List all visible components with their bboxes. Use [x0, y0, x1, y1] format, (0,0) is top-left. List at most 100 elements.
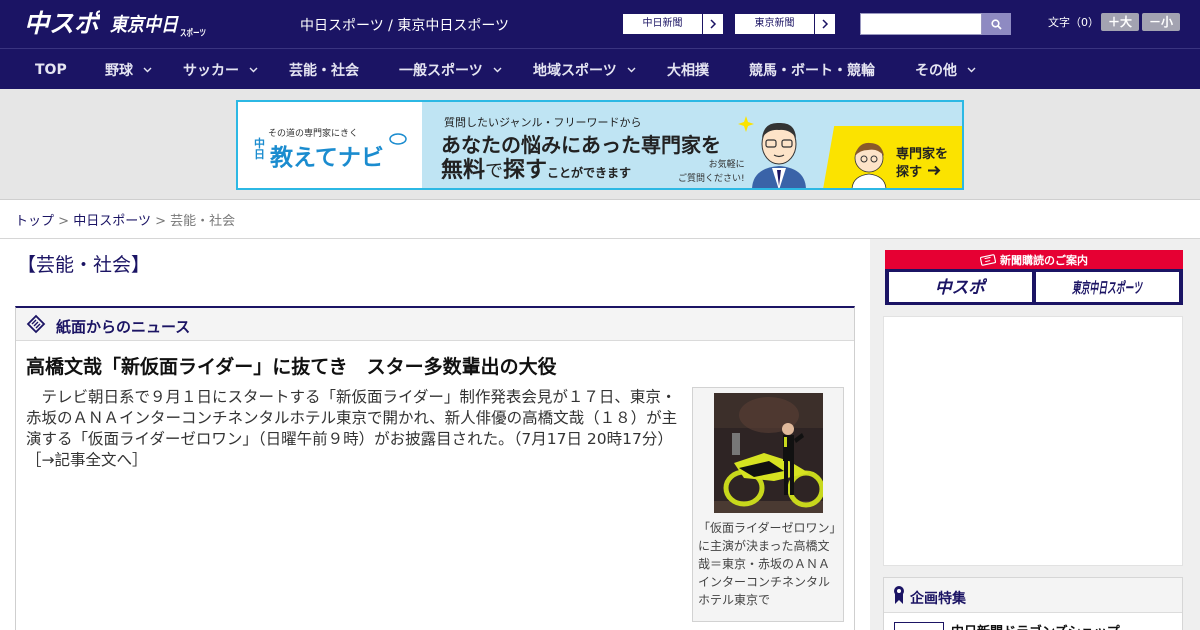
chusupo-button-logo: 中スポ: [935, 278, 987, 297]
chevron-down-icon: [627, 67, 636, 73]
chevron-right-icon: [815, 14, 835, 34]
sidebar-ad-slot[interactable]: [883, 316, 1183, 566]
font-size-label: 文字（0）: [1048, 16, 1099, 29]
chunichi-shimbun-link[interactable]: 中日新聞: [622, 13, 724, 35]
nav-item-local-sports[interactable]: 地域スポーツ: [533, 49, 636, 90]
chunichi-shimbun-label: 中日新聞: [623, 14, 703, 34]
subscription-box: 新聞購読のご案内 中スポ 東京中日スポーツ: [885, 250, 1183, 305]
nav-item-label: 野球: [105, 62, 133, 79]
feature-thumbnail[interactable]: [894, 622, 944, 630]
ad-brand-small: 中日: [254, 137, 265, 161]
nav-item-label: 競馬・ボート・競輪: [749, 62, 875, 79]
subscription-title: 新聞購読のご案内: [1000, 253, 1088, 267]
banner-area: その道の専門家にきく 中日 教えてナビ 質問したいジャンル・フリーワードから あ…: [0, 89, 1200, 200]
chevron-right-icon: [703, 14, 723, 34]
breadcrumb-separator: >: [155, 214, 166, 229]
feature-header: 企画特集: [884, 578, 1182, 613]
main-nav: TOP 野球 サッカー 芸能・社会 一般スポーツ 地域スポーツ 大相撲 競馬・ボ…: [0, 48, 1200, 89]
logo-primary-text: 中スポ: [24, 9, 100, 38]
thinking-woman-illustration: [851, 142, 887, 188]
ad-line-3-free: 無料: [441, 158, 486, 183]
nav-item-general-sports[interactable]: 一般スポーツ: [399, 49, 502, 90]
ad-brand-panel: その道の専門家にきく 中日 教えてナビ: [238, 102, 422, 188]
nav-item-sumo[interactable]: 大相撲: [667, 49, 709, 90]
feature-item-link[interactable]: 中日新聞ドラゴンズショップ: [951, 621, 1120, 630]
nav-item-label: その他: [915, 62, 957, 79]
feature-box: 企画特集 中日新聞ドラゴンズショップ: [883, 577, 1183, 630]
article-photo[interactable]: [714, 393, 823, 513]
breadcrumb-home-link[interactable]: トップ: [15, 214, 54, 229]
ad-cta-text: 専門家を 探す: [896, 146, 948, 182]
news-box-title: 紙面からのニュース: [56, 318, 191, 336]
nav-item-racing[interactable]: 競馬・ボート・競輪: [749, 49, 875, 90]
speech-bubble-icon: [389, 133, 407, 145]
breadcrumb-separator: >: [58, 214, 70, 229]
ribbon-badge-icon: [894, 586, 904, 604]
ad-line-1: 質問したいジャンル・フリーワードから: [444, 116, 642, 129]
breadcrumb-current: 芸能・社会: [170, 214, 236, 229]
oshiete-navi-ad-banner[interactable]: その道の専門家にきく 中日 教えてナビ 質問したいジャンル・フリーワードから あ…: [236, 100, 964, 190]
svg-text:スポーツ: スポーツ: [180, 27, 206, 39]
nav-item-label: 芸能・社会: [289, 62, 359, 79]
nav-item-other[interactable]: その他: [915, 49, 976, 90]
tokyo-shimbun-label: 東京新聞: [735, 14, 815, 34]
search-button[interactable]: [982, 13, 1011, 35]
nav-item-label: サッカー: [183, 62, 239, 79]
search-icon: [991, 18, 1002, 30]
subscription-header: 新聞購読のご案内: [885, 250, 1183, 269]
article-body-text: テレビ朝日系で９月１日にスタートする「新仮面ライダー」制作発表会見が１７日、東京…: [26, 388, 678, 448]
font-size-decrease-button[interactable]: －小: [1142, 13, 1180, 31]
ad-brand-logo: 教えてナビ: [270, 145, 384, 171]
chusupo-logo[interactable]: 中スポ: [24, 8, 100, 38]
ad-cta-line-2-text: 探す: [896, 165, 923, 180]
ticket-icon: [980, 253, 996, 266]
nav-item-top[interactable]: TOP: [35, 49, 67, 90]
site-title[interactable]: 中日スポーツ / 東京中日スポーツ: [300, 15, 509, 35]
chevron-down-icon: [493, 67, 502, 73]
ad-line-3-search: 探す: [503, 158, 548, 183]
newspaper-icon: [26, 314, 46, 334]
article-photo-box: 「仮面ライダーゼロワン」に主演が決まった高橋文哉＝東京・赤坂のＡＮＡインターコン…: [692, 387, 844, 622]
ad-line-3-rest: ことができます: [547, 166, 632, 180]
news-box-header: 紙面からのニュース: [16, 308, 854, 341]
search-input[interactable]: [860, 13, 982, 35]
nav-item-soccer[interactable]: サッカー: [183, 49, 258, 90]
nav-item-label: 一般スポーツ: [399, 62, 483, 79]
nav-item-label: 大相撲: [667, 62, 709, 79]
tokyo-chunichi-button-logo: 東京中日スポーツ: [1072, 279, 1143, 297]
expert-man-illustration: [738, 116, 806, 188]
nav-item-label: TOP: [35, 61, 67, 78]
article-headline[interactable]: 高橋文哉「新仮面ライダー」に抜てき スター多数輩出の大役: [26, 352, 557, 379]
news-box: 紙面からのニュース 高橋文哉「新仮面ライダー」に抜てき スター多数輩出の大役 テ…: [15, 306, 855, 630]
ad-line-3-de: で: [485, 161, 504, 182]
site-header: 中スポ 東京中日 スポーツ 中日スポーツ / 東京中日スポーツ 中日新聞 東京新…: [0, 0, 1200, 48]
ad-bubble-line-1: お気軽に: [708, 160, 745, 170]
arrow-right-icon: [927, 165, 940, 176]
nav-item-baseball[interactable]: 野球: [105, 49, 152, 90]
photo-illustration: [714, 393, 823, 513]
photo-caption: 「仮面ライダーゼロワン」に主演が決まった高橋文哉＝東京・赤坂のＡＮＡインターコン…: [698, 521, 836, 607]
read-full-article-link[interactable]: ［→記事全文へ］: [26, 451, 148, 469]
subscribe-chusupo-label: 中スポ: [935, 278, 987, 297]
ad-cta-line-2: 探す: [896, 164, 948, 182]
tokyo-shimbun-link[interactable]: 東京新聞: [734, 13, 836, 35]
subscribe-tokyo-chunichi-button[interactable]: 東京中日スポーツ: [1036, 272, 1179, 302]
chevron-down-icon: [249, 67, 258, 73]
article-summary: テレビ朝日系で９月１日にスタートする「新仮面ライダー」制作発表会見が１７日、東京…: [26, 387, 684, 471]
svg-text:東京中日: 東京中日: [110, 14, 179, 36]
font-size-increase-button[interactable]: ＋大: [1101, 13, 1139, 31]
feature-title: 企画特集: [910, 591, 966, 607]
nav-item-label: 地域スポーツ: [533, 62, 617, 79]
breadcrumb-chunichi-sports-link[interactable]: 中日スポーツ: [73, 214, 151, 229]
ad-speech-bubble: お気軽にご質問ください!: [678, 158, 745, 186]
breadcrumb: トップ > 中日スポーツ > 芸能・社会: [15, 210, 235, 229]
chevron-down-icon: [967, 67, 976, 73]
nav-item-entertainment[interactable]: 芸能・社会: [289, 49, 359, 90]
tokyo-chunichi-logo[interactable]: 東京中日 スポーツ: [110, 8, 208, 40]
subscribe-chusupo-button[interactable]: 中スポ: [889, 272, 1032, 302]
ad-cta-line-1: 専門家を: [896, 147, 949, 162]
subscribe-tokyo-chunichi-label: 東京中日スポーツ: [1072, 279, 1143, 297]
page-title: 【芸能・社会】: [17, 254, 151, 276]
ad-bubble-line-2: ご質問ください!: [678, 174, 745, 184]
chevron-down-icon: [143, 67, 152, 73]
